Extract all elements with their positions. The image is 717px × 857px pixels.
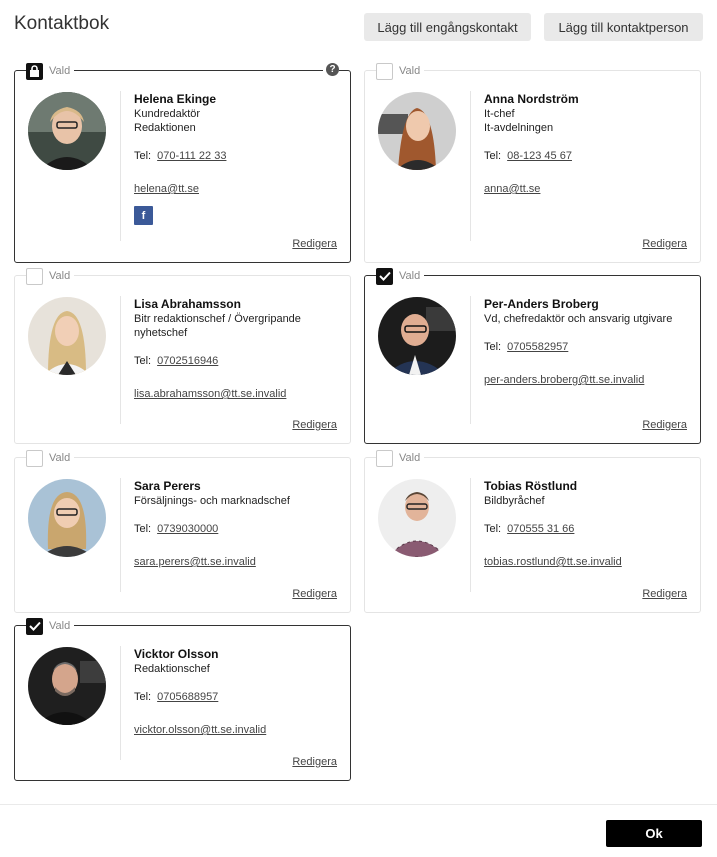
tel-label: Tel:: [134, 355, 152, 367]
avatar: [378, 297, 456, 375]
card-legend: Vald: [376, 449, 425, 467]
select-checkbox[interactable]: [376, 449, 393, 467]
contact-name: Helena Ekinge: [134, 92, 217, 106]
card-legend: Vald: [26, 267, 75, 285]
contact-card-vicktor-olsson: Vald Vicktor Olsson Redaktionschef Tel: 0…: [14, 617, 351, 781]
tel-label: Tel:: [134, 150, 152, 162]
contact-role: Vd, chefredaktör och ansvarig utgivare: [484, 313, 673, 325]
lock-icon: [26, 62, 43, 80]
contact-role: Försäljnings- och marknadschef: [134, 495, 290, 507]
contact-name: Anna Nordström: [484, 92, 579, 106]
add-contact-person-button[interactable]: Lägg till kontaktperson: [544, 13, 703, 41]
tel-label: Tel:: [484, 523, 502, 535]
card-legend: Vald: [26, 449, 75, 467]
facebook-icon[interactable]: f: [134, 206, 153, 225]
checkmark-icon[interactable]: [376, 267, 393, 285]
contact-card-sara-perers: Vald Sara Perers Försäljnings- och markn…: [14, 449, 351, 613]
tel-label: Tel:: [134, 691, 152, 703]
contact-role: Kundredaktör: [134, 108, 201, 120]
email-link[interactable]: tobias.rostlund@tt.se.invalid: [484, 555, 690, 569]
email-link[interactable]: helena@tt.se: [134, 182, 340, 196]
contact-role: Redaktionschef: [134, 663, 210, 675]
page-title: Kontaktbok: [14, 13, 110, 34]
ok-button[interactable]: Ok: [606, 820, 702, 847]
avatar: [28, 92, 106, 170]
card-legend: Vald: [376, 62, 425, 80]
add-single-contact-button[interactable]: Lägg till engångskontakt: [364, 13, 531, 41]
selected-label: Vald: [49, 620, 71, 632]
contact-card-tobias-rostlund: Vald Tobias Röstlund Bildbyråchef Tel: 07…: [364, 449, 701, 613]
checkmark-icon[interactable]: [26, 617, 43, 635]
avatar: [378, 479, 456, 557]
edit-link[interactable]: Redigera: [642, 238, 687, 250]
phone-link[interactable]: 070-111 22 33: [157, 150, 226, 162]
contact-name: Lisa Abrahamsson: [134, 297, 241, 311]
contact-department: nyhetschef: [134, 327, 188, 339]
contact-role: It-chef: [484, 108, 515, 120]
phone-link[interactable]: 070555 31 66: [507, 523, 574, 535]
email-link[interactable]: per-anders.broberg@tt.se.invalid: [484, 373, 690, 387]
phone-link[interactable]: 0739030000: [157, 523, 218, 535]
edit-link[interactable]: Redigera: [642, 588, 687, 600]
help-icon[interactable]: ?: [323, 63, 339, 79]
tel-label: Tel:: [484, 150, 502, 162]
selected-label: Vald: [399, 65, 421, 77]
contact-name: Tobias Röstlund: [484, 479, 578, 493]
selected-label: Vald: [49, 452, 71, 464]
card-legend: Vald: [26, 617, 75, 635]
contact-role: Bitr redaktionschef / Övergripande: [134, 313, 301, 325]
avatar: [28, 647, 106, 725]
email-link[interactable]: vicktor.olsson@tt.se.invalid: [134, 723, 340, 737]
footer-divider: [0, 804, 717, 805]
contact-card-lisa-abrahamsson: Vald Lisa Abrahamsson Bitr redaktionsche…: [14, 267, 351, 444]
select-checkbox[interactable]: [376, 62, 393, 80]
email-link[interactable]: lisa.abrahamsson@tt.se.invalid: [134, 387, 340, 401]
card-legend: Vald: [26, 62, 75, 80]
edit-link[interactable]: Redigera: [292, 238, 337, 250]
contact-name: Vicktor Olsson: [134, 647, 219, 661]
contact-name: Per-Anders Broberg: [484, 297, 599, 311]
card-legend: Vald: [376, 267, 425, 285]
contact-card-helena-ekinge: Vald ? Helena Ekinge Kundredaktör Redakt…: [14, 62, 351, 263]
avatar: [28, 479, 106, 557]
contact-role: Bildbyråchef: [484, 495, 545, 507]
selected-label: Vald: [399, 270, 421, 282]
phone-link[interactable]: 0705582957: [507, 341, 568, 353]
phone-link[interactable]: 0702516946: [157, 355, 218, 367]
avatar: [378, 92, 456, 170]
select-checkbox[interactable]: [26, 267, 43, 285]
edit-link[interactable]: Redigera: [292, 588, 337, 600]
edit-link[interactable]: Redigera: [642, 419, 687, 431]
phone-link[interactable]: 0705688957: [157, 691, 218, 703]
tel-label: Tel:: [134, 523, 152, 535]
tel-label: Tel:: [484, 341, 502, 353]
avatar: [28, 297, 106, 375]
contact-department: It-avdelningen: [484, 122, 554, 134]
edit-link[interactable]: Redigera: [292, 756, 337, 768]
edit-link[interactable]: Redigera: [292, 419, 337, 431]
contact-card-anna-nordstrom: Vald Anna Nordström It-chef It-avdelning…: [364, 62, 701, 263]
selected-label: Vald: [399, 452, 421, 464]
contact-department: Redaktionen: [134, 122, 196, 134]
email-link[interactable]: anna@tt.se: [484, 182, 690, 196]
contact-card-per-anders-broberg: Vald Per-Anders Broberg Vd, chefredaktör…: [364, 267, 701, 444]
contact-name: Sara Perers: [134, 479, 201, 493]
select-checkbox[interactable]: [26, 449, 43, 467]
email-link[interactable]: sara.perers@tt.se.invalid: [134, 555, 340, 569]
selected-label: Vald: [49, 65, 71, 77]
selected-label: Vald: [49, 270, 71, 282]
phone-link[interactable]: 08-123 45 67: [507, 150, 572, 162]
